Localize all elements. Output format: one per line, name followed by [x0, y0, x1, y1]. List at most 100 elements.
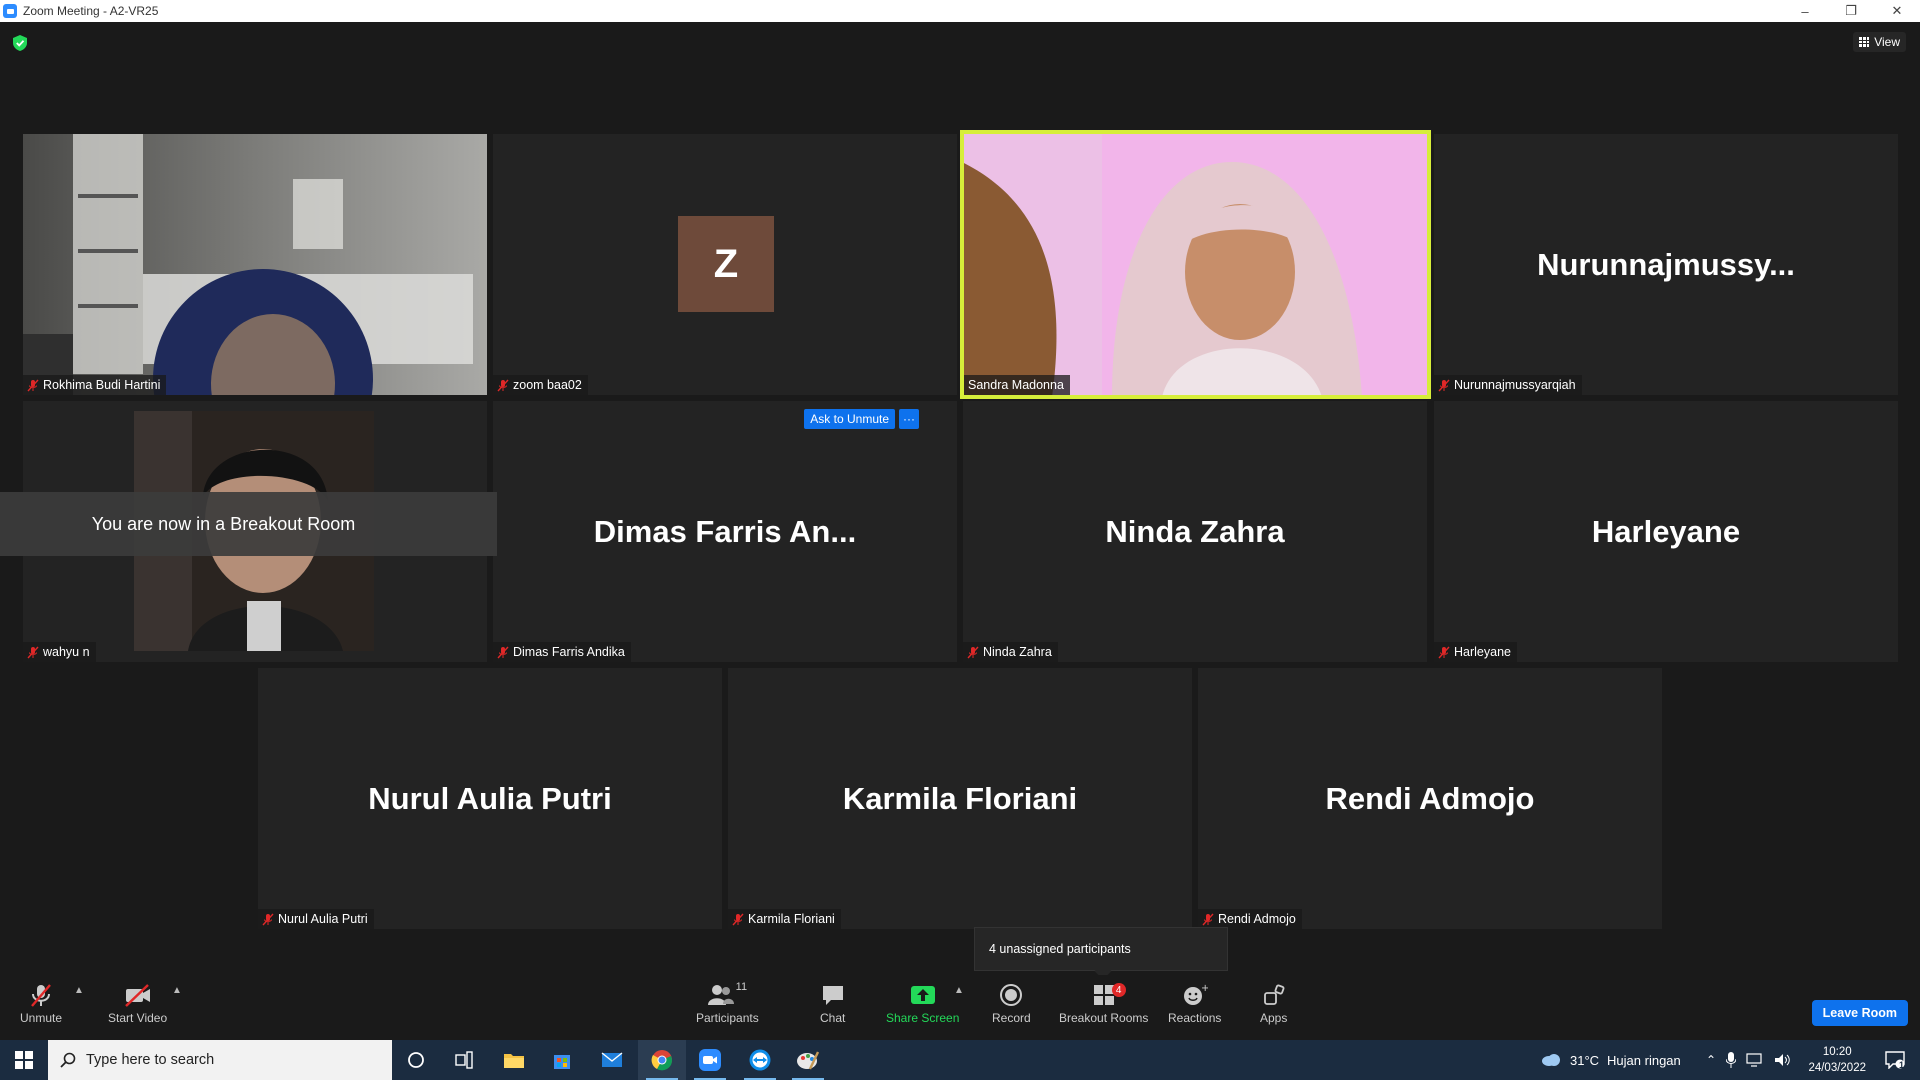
- file-explorer-button[interactable]: [490, 1040, 538, 1080]
- share-screen-button[interactable]: Share Screen: [886, 981, 959, 1025]
- avatar: Z: [678, 216, 774, 312]
- video-options-chevron-icon[interactable]: ▲: [172, 985, 182, 996]
- video-tile[interactable]: Nurul Aulia Putri Nurul Aulia Putri: [258, 668, 722, 929]
- meeting-area: View Rokhima Budi Hartini Z zoom baa02 S…: [0, 22, 1920, 1040]
- participant-name-label: zoom baa02: [493, 375, 588, 395]
- video-tile[interactable]: Ask to Unmute ··· Dimas Farris An... Dim…: [493, 401, 957, 662]
- video-tile[interactable]: Z zoom baa02: [493, 134, 957, 395]
- share-options-chevron-icon[interactable]: ▲: [954, 985, 964, 996]
- action-center-button[interactable]: 1: [1880, 1040, 1910, 1080]
- mic-muted-icon: [27, 379, 39, 391]
- participant-display-name: Harleyane: [1591, 513, 1741, 549]
- participant-display-name: Nurunnajmussy...: [1537, 246, 1795, 282]
- start-video-button[interactable]: Start Video: [108, 981, 167, 1025]
- microsoft-store-button[interactable]: [538, 1040, 586, 1080]
- folder-icon: [504, 1054, 524, 1068]
- breakout-rooms-button[interactable]: 4 Breakout Rooms: [1059, 981, 1148, 1025]
- tray-overflow-chevron-icon[interactable]: ⌃: [1706, 1053, 1716, 1067]
- mic-muted-icon: [497, 646, 509, 658]
- participant-name-label: Rokhima Budi Hartini: [23, 375, 167, 395]
- video-tile[interactable]: Rokhima Budi Hartini: [23, 134, 487, 395]
- volume-icon[interactable]: [1774, 1053, 1792, 1067]
- participant-display-name: Nurul Aulia Putri: [368, 780, 612, 816]
- participant-display-name: Rendi Admojo: [1325, 780, 1535, 816]
- search-icon: [60, 1052, 76, 1068]
- participant-display-name: Karmila Floriani: [842, 780, 1078, 816]
- unassigned-participants-popup[interactable]: 4 unassigned participants: [974, 927, 1228, 971]
- cortana-button[interactable]: [392, 1040, 440, 1080]
- mail-envelope-icon: [601, 1052, 623, 1067]
- record-button[interactable]: Record: [992, 981, 1031, 1025]
- cortana-circle-icon: [408, 1052, 424, 1068]
- participant-video-feed: [23, 134, 487, 395]
- participant-name-label: Nurul Aulia Putri: [258, 909, 374, 929]
- ask-to-unmute-button[interactable]: Ask to Unmute: [804, 409, 895, 429]
- weather-widget[interactable]: 31°C Hujan ringan: [1540, 1040, 1681, 1080]
- mic-muted-icon: [1202, 913, 1214, 925]
- unmute-button[interactable]: Unmute: [20, 981, 62, 1025]
- taskbar-search-box[interactable]: Type here to search: [48, 1040, 392, 1080]
- participant-name-label: wahyu n: [23, 642, 96, 662]
- participants-button[interactable]: 11 Participants: [696, 981, 759, 1025]
- teamviewer-taskbar-button[interactable]: [736, 1040, 784, 1080]
- video-tile[interactable]: Harleyane Harleyane: [1434, 401, 1898, 662]
- chrome-icon: [651, 1050, 672, 1071]
- participant-name-label: Dimas Farris Andika: [493, 642, 631, 662]
- minimize-button[interactable]: –: [1782, 0, 1828, 22]
- participant-name-label: Nurunnajmussyarqiah: [1434, 375, 1582, 395]
- encryption-shield-icon[interactable]: [13, 35, 27, 51]
- video-tile[interactable]: Karmila Floriani Karmila Floriani: [728, 668, 1192, 929]
- grid-view-icon: [1859, 37, 1870, 47]
- mail-button[interactable]: [588, 1040, 636, 1080]
- microphone-icon[interactable]: [1726, 1052, 1737, 1068]
- participant-display-name: Dimas Farris An...: [593, 513, 857, 549]
- mic-off-icon: [28, 981, 54, 1009]
- breakout-room-notification: You are now in a Breakout Room: [0, 492, 497, 556]
- record-icon: [999, 981, 1023, 1009]
- clock-time: 10:20: [1822, 1046, 1852, 1058]
- meeting-toolbar: Unmute ▲ Start Video ▲ 11 Participants C…: [0, 975, 1920, 1040]
- chrome-button[interactable]: [638, 1040, 686, 1080]
- video-off-icon: [123, 981, 153, 1009]
- store-bag-icon: [554, 1055, 570, 1069]
- video-tile[interactable]: Nurunnajmussy... Nurunnajmussyarqiah: [1434, 134, 1898, 395]
- participant-video-feed: [962, 132, 1429, 397]
- windows-logo-icon: [15, 1051, 33, 1069]
- apps-button[interactable]: Apps: [1260, 981, 1287, 1025]
- mic-muted-icon: [1438, 379, 1450, 391]
- view-label: View: [1874, 35, 1900, 49]
- mic-muted-icon: [262, 913, 274, 925]
- search-placeholder: Type here to search: [86, 1052, 215, 1068]
- participant-name-label: Sandra Madonna: [964, 375, 1070, 395]
- chat-button[interactable]: Chat: [820, 981, 845, 1025]
- participant-name-label: Karmila Floriani: [728, 909, 841, 929]
- close-button[interactable]: ✕: [1874, 0, 1920, 22]
- task-view-button[interactable]: [440, 1040, 488, 1080]
- view-button[interactable]: View: [1853, 32, 1906, 52]
- zoom-taskbar-button[interactable]: [686, 1040, 734, 1080]
- reactions-button[interactable]: + Reactions: [1168, 981, 1221, 1025]
- zoom-app-icon: [3, 4, 17, 18]
- video-tile[interactable]: Rendi Admojo Rendi Admojo: [1198, 668, 1662, 929]
- leave-room-button[interactable]: Leave Room: [1811, 1000, 1908, 1026]
- title-bar: Zoom Meeting - A2-VR25 – ❐ ✕: [0, 0, 1920, 22]
- audio-options-chevron-icon[interactable]: ▲: [74, 985, 84, 996]
- apps-icon: [1262, 981, 1286, 1009]
- network-icon[interactable]: [1746, 1053, 1764, 1067]
- taskbar-clock[interactable]: 10:20 24/03/2022: [1808, 1044, 1866, 1076]
- participants-count: 11: [735, 981, 748, 993]
- breakout-rooms-badge: 4: [1111, 983, 1126, 997]
- video-tile[interactable]: Ninda Zahra Ninda Zahra: [963, 401, 1427, 662]
- teamviewer-icon: [749, 1049, 771, 1071]
- mic-muted-icon: [497, 379, 509, 391]
- window-title: Zoom Meeting - A2-VR25: [23, 4, 159, 18]
- active-speaker-tile[interactable]: Sandra Madonna: [960, 130, 1431, 399]
- tile-more-button[interactable]: ···: [899, 409, 919, 429]
- restore-button[interactable]: ❐: [1828, 0, 1874, 22]
- paint-taskbar-button[interactable]: [784, 1040, 832, 1080]
- chat-bubble-icon: [821, 981, 845, 1009]
- smiley-plus-icon: +: [1182, 981, 1208, 1009]
- participant-display-name: Ninda Zahra: [1105, 513, 1285, 549]
- start-button[interactable]: [0, 1040, 48, 1080]
- clock-date: 24/03/2022: [1808, 1062, 1866, 1074]
